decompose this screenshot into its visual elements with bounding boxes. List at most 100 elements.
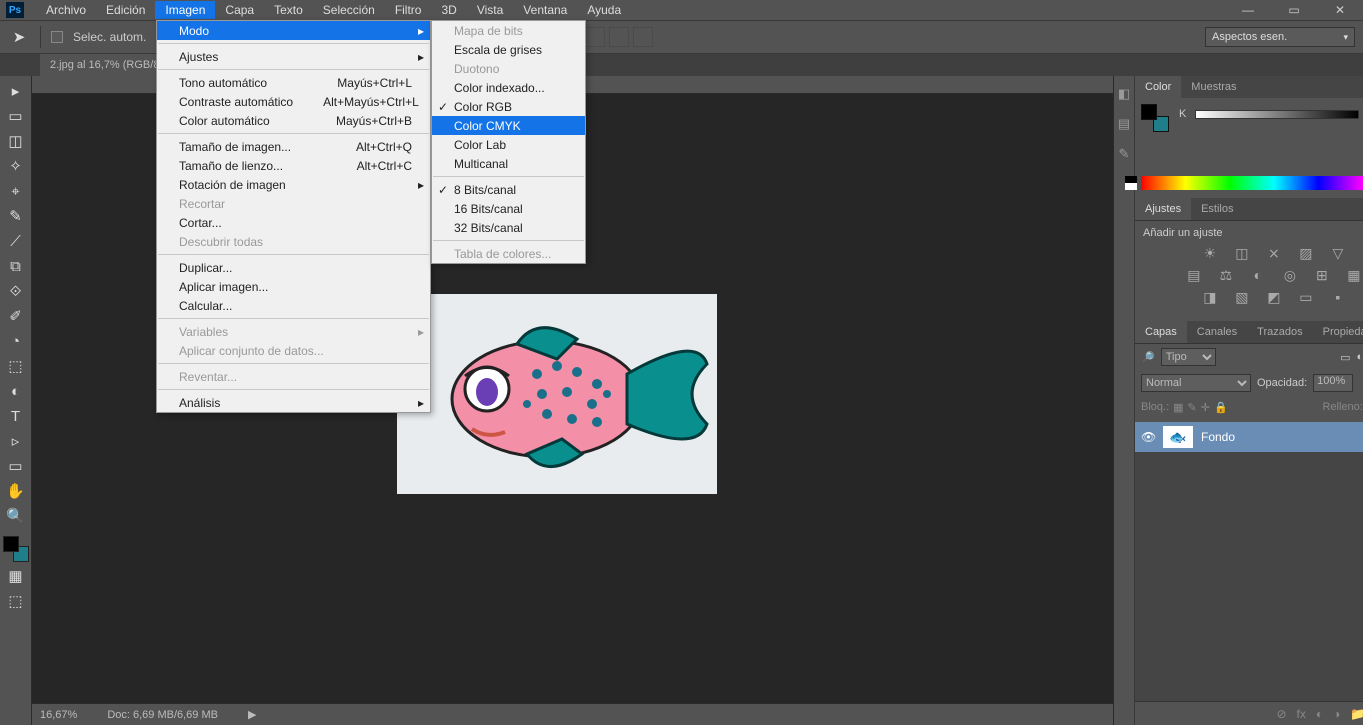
actions-icon[interactable]: ▤ (1114, 114, 1134, 134)
zoom-value[interactable]: 16,67% (40, 709, 77, 721)
lock-trans-icon[interactable]: ▦ (1173, 401, 1183, 414)
balance-icon[interactable]: ⚖ (1217, 267, 1235, 283)
filter-select[interactable]: Tipo (1161, 348, 1216, 366)
maximize-button[interactable]: ▭ (1271, 0, 1317, 20)
menu-item[interactable]: Color indexado... (432, 78, 585, 97)
menu-item[interactable]: Color CMYK (432, 116, 585, 135)
lock-pixels-icon[interactable]: ✎ (1188, 401, 1197, 414)
gradient-map-icon[interactable]: ▭ (1297, 289, 1315, 305)
menu-item[interactable]: Multicanal (432, 154, 585, 173)
tool[interactable]: ⟐ (4, 280, 28, 302)
exposure-icon[interactable]: ▨ (1297, 245, 1315, 261)
menu-3d[interactable]: 3D (431, 1, 466, 19)
tab-swatches[interactable]: Muestras (1181, 76, 1246, 98)
document-tab[interactable]: 2.jpg al 16,7% (RGB/8) (40, 54, 173, 76)
fx-icon[interactable]: fx (1297, 707, 1306, 721)
menu-item[interactable]: 16 Bits/canal (432, 199, 585, 218)
menu-item[interactable]: Tono automáticoMayús+Ctrl+L (157, 73, 430, 92)
brightness-icon[interactable]: ☀ (1201, 245, 1219, 261)
tool[interactable]: ▸ (4, 80, 28, 102)
3d-icon[interactable] (585, 27, 605, 47)
menu-texto[interactable]: Texto (264, 1, 313, 19)
tool[interactable]: ◐ (4, 380, 28, 402)
menu-item[interactable]: Modo▸ (157, 21, 430, 40)
tool[interactable]: ◔ (4, 330, 28, 352)
curves-icon[interactable]: ⨯ (1265, 245, 1283, 261)
selective-icon[interactable]: ▪ (1329, 289, 1347, 305)
group-icon[interactable]: 📁 (1350, 707, 1363, 721)
lock-all-icon[interactable]: 🔒 (1214, 401, 1228, 414)
tool[interactable]: ⌖ (4, 180, 28, 202)
menu-item[interactable]: Duplicar... (157, 258, 430, 277)
tool[interactable]: ⟋ (4, 230, 28, 252)
menu-item[interactable]: Tamaño de lienzo...Alt+Ctrl+C (157, 156, 430, 175)
layer-item[interactable]: 👁 🐟 Fondo 🔒 (1135, 422, 1363, 452)
menu-item[interactable]: ✓8 Bits/canal (432, 180, 585, 199)
close-button[interactable]: ✕ (1317, 0, 1363, 20)
tool[interactable]: ⧉ (4, 255, 28, 277)
3d-icon[interactable] (633, 27, 653, 47)
brush-icon[interactable]: ✎ (1114, 144, 1134, 164)
color-spectrum[interactable] (1141, 176, 1363, 190)
filter-adj-icon[interactable]: ◐ (1357, 351, 1363, 363)
poster-icon[interactable]: ▧ (1233, 289, 1251, 305)
bw-icon[interactable]: ◐ (1249, 267, 1267, 283)
tool[interactable]: T (4, 405, 28, 427)
screenmode-icon[interactable]: ⬚ (4, 590, 28, 612)
history-icon[interactable]: ◧ (1114, 84, 1134, 104)
photo-filter-icon[interactable]: ◎ (1281, 267, 1299, 283)
menu-item[interactable]: Rotación de imagen▸ (157, 175, 430, 194)
tool[interactable]: ◫ (4, 130, 28, 152)
tool[interactable]: ▭ (4, 105, 28, 127)
mask-icon[interactable]: ◐ (1316, 707, 1323, 721)
visibility-icon[interactable]: 👁 (1141, 430, 1155, 444)
lut-icon[interactable]: ▦ (1345, 267, 1363, 283)
tab-styles[interactable]: Estilos (1191, 198, 1243, 220)
tab-paths[interactable]: Trazados (1247, 321, 1312, 343)
menu-item[interactable]: Escala de grises (432, 40, 585, 59)
menu-edición[interactable]: Edición (96, 1, 155, 19)
status-arrow-icon[interactable]: ▶ (248, 708, 256, 721)
menu-item[interactable]: Ajustes▸ (157, 47, 430, 66)
foreground-swatch[interactable] (3, 536, 19, 552)
menu-item[interactable]: Cortar... (157, 213, 430, 232)
3d-icon[interactable] (609, 27, 629, 47)
blend-select[interactable]: Normal (1141, 374, 1251, 392)
opacity-input[interactable]: 100% (1313, 374, 1353, 392)
menu-selección[interactable]: Selección (313, 1, 385, 19)
lock-pos-icon[interactable]: ✛ (1201, 401, 1210, 414)
hue-icon[interactable]: ▤ (1185, 267, 1203, 283)
menu-item[interactable]: Calcular... (157, 296, 430, 315)
tool[interactable]: ⬚ (4, 355, 28, 377)
menu-ayuda[interactable]: Ayuda (577, 1, 631, 19)
menu-ventana[interactable]: Ventana (513, 1, 577, 19)
color-swatches[interactable] (3, 536, 29, 562)
tool[interactable]: ✋ (4, 480, 28, 502)
tool[interactable]: ✐ (4, 305, 28, 327)
mixer-icon[interactable]: ⊞ (1313, 267, 1331, 283)
auto-select-checkbox[interactable] (51, 31, 63, 43)
filter-img-icon[interactable]: ▭ (1340, 351, 1350, 364)
vibrance-icon[interactable]: ▽ (1329, 245, 1347, 261)
menu-item[interactable]: Color Lab (432, 135, 585, 154)
menu-item[interactable]: Color automáticoMayús+Ctrl+B (157, 111, 430, 130)
menu-item[interactable]: ✓Color RGB (432, 97, 585, 116)
tab-layers[interactable]: Capas (1135, 321, 1187, 343)
tab-adjustments[interactable]: Ajustes (1135, 198, 1191, 220)
quickmask-icon[interactable]: ▦ (4, 565, 28, 587)
tab-channels[interactable]: Canales (1187, 321, 1247, 343)
menu-imagen[interactable]: Imagen (155, 1, 215, 19)
k-track[interactable] (1195, 110, 1359, 119)
tool[interactable]: ✎ (4, 205, 28, 227)
adj-icon[interactable]: ◑ (1333, 707, 1340, 721)
tool[interactable]: ✧ (4, 155, 28, 177)
menu-capa[interactable]: Capa (215, 1, 264, 19)
menu-filtro[interactable]: Filtro (385, 1, 432, 19)
levels-icon[interactable]: ◫ (1233, 245, 1251, 261)
k-slider[interactable]: K 99 % (1179, 108, 1363, 120)
layer-name[interactable]: Fondo (1201, 430, 1235, 444)
menu-item[interactable]: Tamaño de imagen...Alt+Ctrl+Q (157, 137, 430, 156)
invert-icon[interactable]: ◨ (1201, 289, 1219, 305)
minimize-button[interactable]: — (1225, 0, 1271, 20)
threshold-icon[interactable]: ◩ (1265, 289, 1283, 305)
